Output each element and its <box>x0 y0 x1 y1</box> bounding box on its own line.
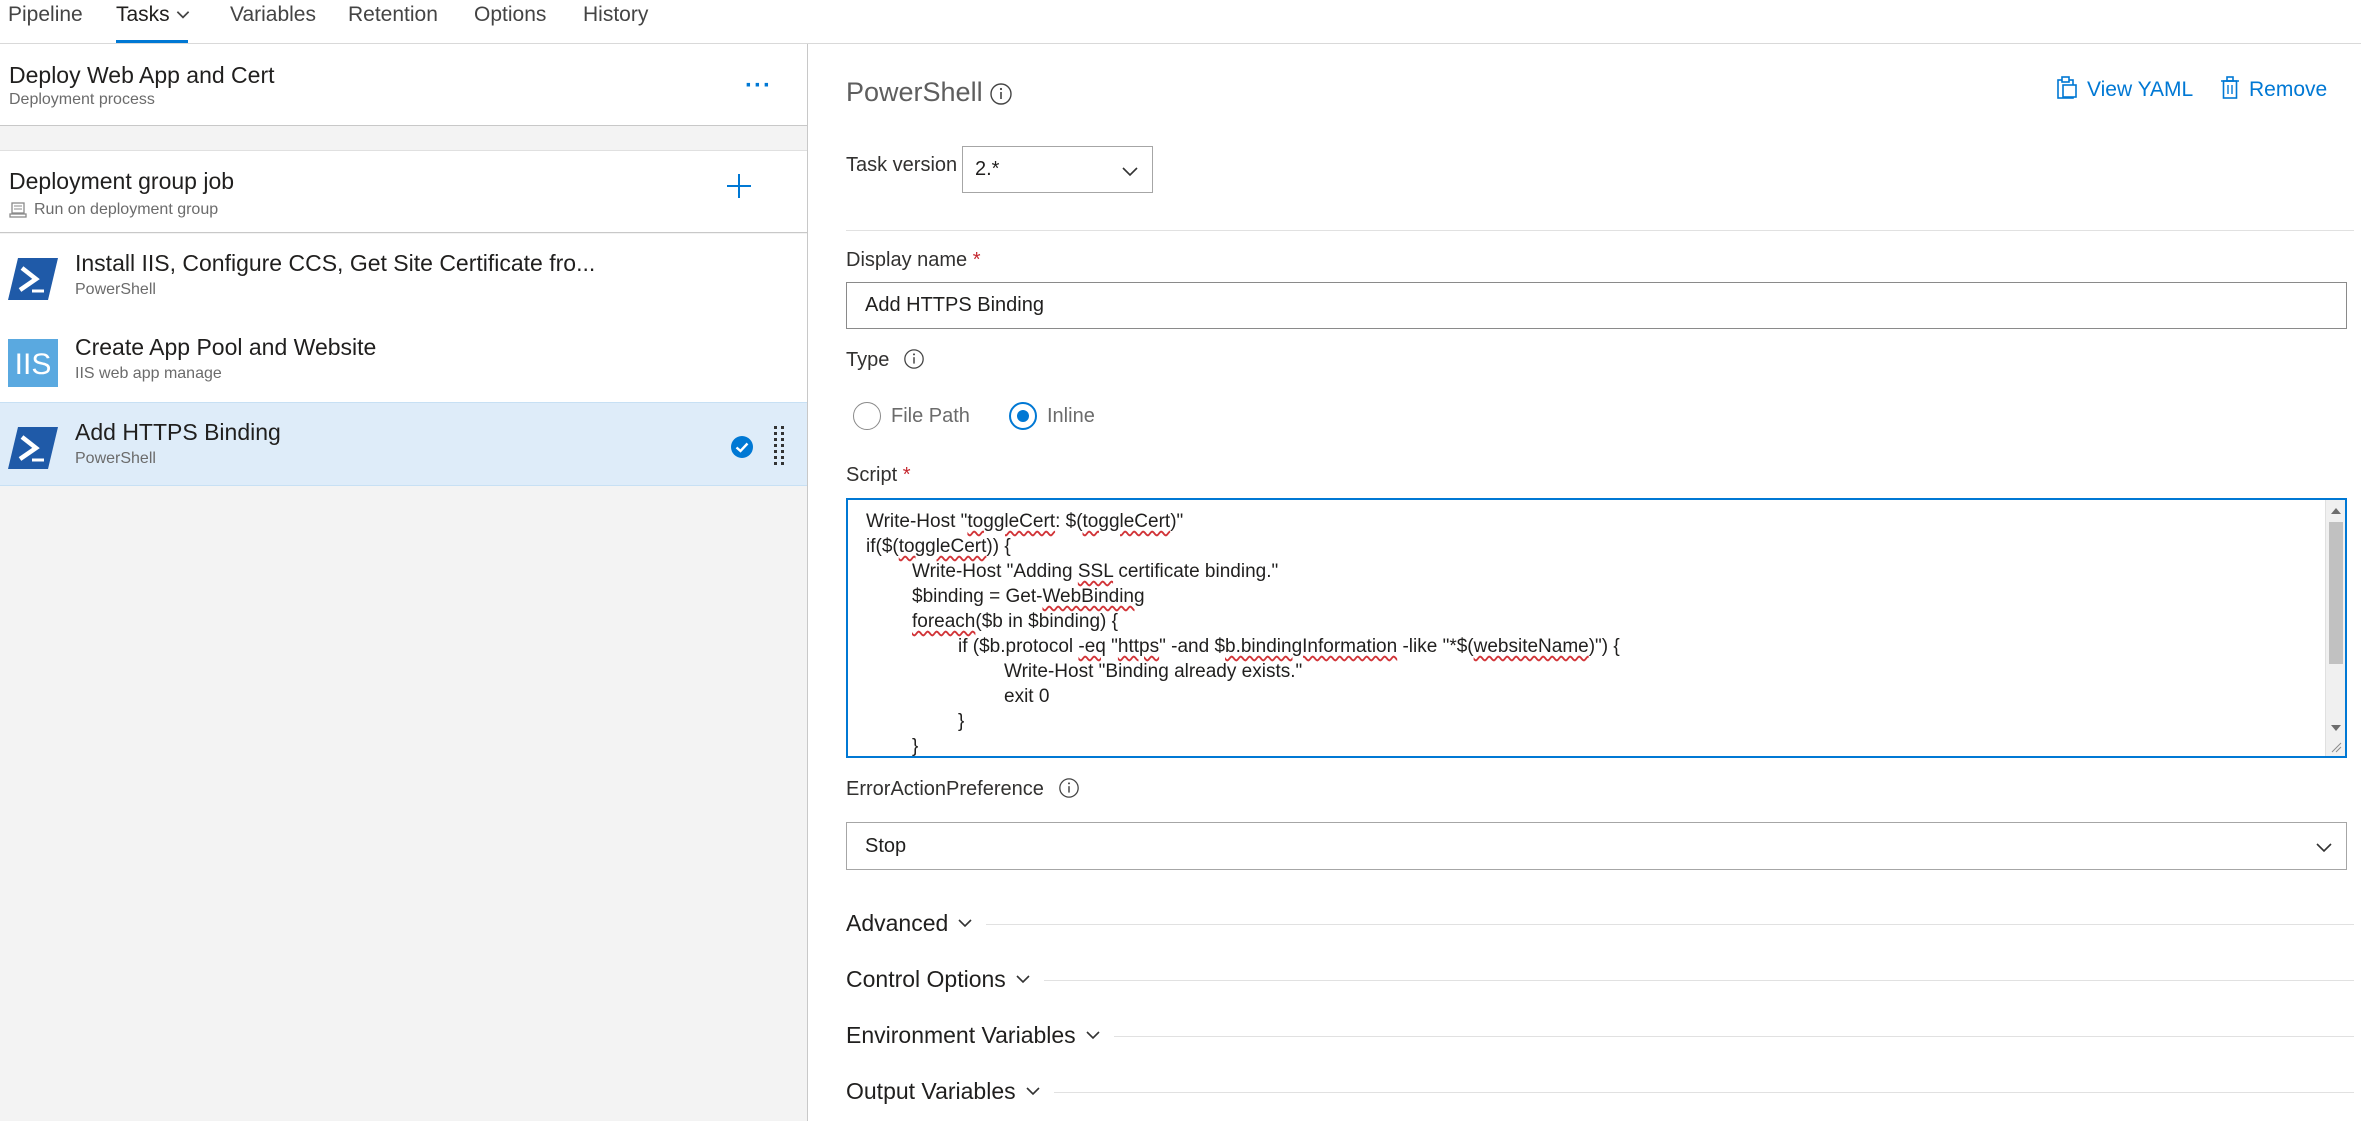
info-icon[interactable] <box>1058 777 1080 799</box>
type-label: Type <box>846 348 925 372</box>
chevron-down-icon <box>2316 843 2332 853</box>
section-divider <box>846 924 2354 925</box>
section-title: Environment Variables <box>846 1022 1114 1049</box>
task-version-label: Task version <box>846 154 958 176</box>
section-divider <box>846 980 2354 981</box>
display-name-label-text: Display name <box>846 249 968 271</box>
section-label: Control Options <box>846 966 1006 992</box>
powershell-icon <box>8 258 58 300</box>
tab-tasks[interactable]: Tasks <box>116 0 192 43</box>
task-item[interactable]: IIS Create App Pool and Website IIS web … <box>0 318 807 402</box>
script-code[interactable]: Write-Host "toggleCert: $(toggleCert)" i… <box>848 500 2345 756</box>
remove-label: Remove <box>2249 78 2328 101</box>
task-type: PowerShell <box>75 450 156 467</box>
task-name: Install IIS, Configure CCS, Get Site Cer… <box>75 250 596 276</box>
section-title: Control Options <box>846 966 1044 993</box>
section-label: Environment Variables <box>846 1022 1076 1048</box>
view-yaml-button[interactable]: View YAML <box>2056 76 2193 102</box>
required-mark: * <box>972 249 981 271</box>
required-mark: * <box>902 464 911 486</box>
add-task-icon[interactable] <box>724 171 754 201</box>
tab-pipeline[interactable]: Pipeline <box>8 0 83 30</box>
error-pref-label: ErrorActionPreference <box>846 777 1080 801</box>
trash-icon <box>2221 76 2239 99</box>
radio-inline-label: Inline <box>1047 405 1095 427</box>
display-name-value: Add HTTPS Binding <box>865 294 1044 316</box>
chevron-down-icon <box>958 919 972 928</box>
chevron-down-icon <box>1016 975 1030 984</box>
section-label: Advanced <box>846 910 949 936</box>
radio-file-path-label: File Path <box>891 405 970 427</box>
scroll-down-icon[interactable] <box>2331 725 2341 731</box>
task-version-value: 2.* <box>975 158 1000 180</box>
deployment-process-header[interactable]: Deploy Web App and Cert Deployment proce… <box>0 44 807 126</box>
task-name: Add HTTPS Binding <box>75 419 281 445</box>
error-pref-select[interactable]: Stop <box>846 822 2347 870</box>
error-pref-value: Stop <box>865 835 907 857</box>
process-title: Deploy Web App and Cert <box>9 62 275 88</box>
powershell-icon <box>8 427 58 469</box>
tab-variables[interactable]: Variables <box>230 0 316 30</box>
error-pref-label-text: ErrorActionPreference <box>846 778 1044 800</box>
section-advanced[interactable]: Advanced <box>846 910 2354 940</box>
chevron-down-icon <box>1026 1087 1040 1096</box>
display-name-label: Display name * <box>846 249 981 272</box>
job-subtitle: Run on deployment group <box>34 201 219 218</box>
script-scrollbar[interactable] <box>2325 500 2345 756</box>
radio-circle-checked <box>1009 402 1037 430</box>
tab-options[interactable]: Options <box>474 0 546 30</box>
section-control-options[interactable]: Control Options <box>846 966 2354 996</box>
task-list-pane: Deploy Web App and Cert Deployment proce… <box>0 44 808 1121</box>
remove-button[interactable]: Remove <box>2220 76 2327 102</box>
job-title: Deployment group job <box>9 168 235 194</box>
task-type: PowerShell <box>75 281 156 298</box>
task-item-selected[interactable]: Add HTTPS Binding PowerShell <box>0 402 807 486</box>
chevron-down-icon <box>176 11 189 19</box>
server-icon <box>9 202 27 218</box>
tab-tasks-label: Tasks <box>116 3 170 26</box>
clipboard-icon <box>2057 76 2077 99</box>
script-label-text: Script <box>846 464 898 486</box>
task-version-select[interactable]: 2.* <box>962 146 1153 193</box>
task-name: Create App Pool and Website <box>75 334 377 360</box>
task-type: IIS web app manage <box>75 365 222 382</box>
divider <box>846 230 2354 231</box>
svg-text:IIS: IIS <box>15 348 52 381</box>
info-icon[interactable] <box>989 82 1013 106</box>
radio-inline[interactable]: Inline <box>1009 402 1095 430</box>
display-name-field[interactable]: Add HTTPS Binding <box>846 282 2347 329</box>
task-detail-pane: PowerShell View YAML Remove Task version… <box>809 44 2361 1121</box>
section-divider <box>846 1092 2354 1093</box>
process-subtitle: Deployment process <box>9 91 155 108</box>
info-icon[interactable] <box>903 348 925 370</box>
section-label: Output Variables <box>846 1078 1016 1104</box>
ellipsis-icon[interactable]: ··· <box>745 72 772 100</box>
checkmark-circle-icon <box>731 436 753 458</box>
deployment-group-job[interactable]: Deployment group job Run on deployment g… <box>0 150 807 233</box>
task-detail-title: PowerShell <box>846 77 983 107</box>
radio-file-path[interactable]: File Path <box>853 402 970 430</box>
section-title: Output Variables <box>846 1078 1054 1105</box>
section-environment-variables[interactable]: Environment Variables <box>846 1022 2354 1052</box>
task-item[interactable]: Install IIS, Configure CCS, Get Site Cer… <box>0 234 807 318</box>
iis-icon: IIS <box>8 339 58 387</box>
resize-grip-icon[interactable] <box>2330 741 2342 753</box>
chevron-down-icon <box>1086 1031 1100 1040</box>
chevron-down-icon <box>1122 167 1138 177</box>
radio-circle <box>853 402 881 430</box>
script-editor[interactable]: Write-Host "toggleCert: $(toggleCert)" i… <box>846 498 2347 758</box>
section-output-variables[interactable]: Output Variables <box>846 1078 2354 1108</box>
view-yaml-label: View YAML <box>2087 78 2194 101</box>
type-label-text: Type <box>846 349 890 371</box>
drag-handle-icon[interactable] <box>773 425 785 467</box>
top-nav: Pipeline Tasks Variables Retention Optio… <box>0 0 2361 44</box>
tab-history[interactable]: History <box>583 0 648 30</box>
section-title: Advanced <box>846 910 987 937</box>
scroll-up-icon[interactable] <box>2331 508 2341 514</box>
script-label: Script * <box>846 464 910 487</box>
tab-retention[interactable]: Retention <box>348 0 438 30</box>
scroll-thumb[interactable] <box>2329 522 2343 664</box>
